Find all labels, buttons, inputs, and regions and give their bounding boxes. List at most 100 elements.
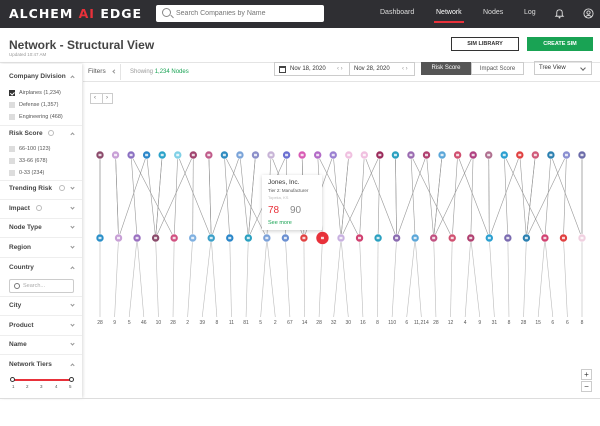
chevron-down-icon[interactable] — [70, 302, 75, 307]
filters-toggle-button[interactable]: Filters — [83, 64, 121, 80]
node-type-icon — [378, 153, 382, 157]
graph-edge — [470, 237, 481, 318]
region-heading[interactable]: Region — [9, 244, 31, 251]
impact-score-toggle[interactable]: Impact Score — [471, 62, 524, 75]
chevron-up-icon[interactable] — [70, 363, 75, 368]
graph-edge — [526, 154, 567, 239]
user-account-icon[interactable] — [583, 8, 594, 19]
node-type-icon — [228, 236, 232, 240]
defense-checkbox[interactable] — [9, 102, 15, 108]
node-type-icon — [265, 236, 269, 240]
company-search[interactable] — [156, 5, 324, 22]
node-type-icon — [358, 236, 362, 240]
risk-0-33-checkbox[interactable] — [9, 170, 15, 176]
graph-edge — [177, 154, 212, 239]
tier-tick-label: 2 — [26, 384, 29, 389]
engineering-checkbox[interactable] — [9, 114, 15, 120]
calendar-icon — [279, 66, 286, 73]
tier-slider-min-handle[interactable] — [10, 377, 15, 382]
info-icon[interactable] — [59, 185, 65, 191]
node-type-icon — [172, 236, 176, 240]
graph-edge — [503, 154, 546, 239]
chevron-down-icon[interactable] — [70, 205, 75, 210]
date-step-arrows-icon[interactable]: ‹ › — [402, 63, 408, 75]
node-count-label: 46 — [141, 320, 147, 326]
graph-edge — [340, 237, 349, 318]
nav-dashboard[interactable]: Dashboard — [380, 9, 414, 16]
sim-library-button[interactable]: SIM LIBRARY — [451, 37, 519, 51]
node-type-icon — [154, 236, 158, 240]
zoom-in-button[interactable]: + — [581, 369, 592, 380]
chevron-down-icon[interactable] — [70, 185, 75, 190]
pager-divider — [102, 94, 103, 103]
chevron-down-icon[interactable] — [70, 322, 75, 327]
name-heading[interactable]: Name — [9, 341, 27, 348]
chevron-down-icon[interactable] — [70, 244, 75, 249]
risk-score-heading[interactable]: Risk Score — [9, 130, 43, 137]
tier-tick-label: 5 — [69, 384, 72, 389]
nav-nodes[interactable]: Nodes — [483, 9, 503, 16]
graph-edge — [130, 154, 175, 239]
impact-heading[interactable]: Impact — [9, 205, 30, 212]
trending-risk-heading[interactable]: Trending Risk — [9, 185, 52, 192]
node-count-label: 9 — [113, 320, 116, 326]
app-logo[interactable]: ALCHEM AI EDGE — [9, 6, 142, 21]
tier-slider-max-handle[interactable] — [69, 377, 74, 382]
view-mode-select[interactable]: Tree View — [534, 61, 592, 75]
graph-pager[interactable]: ‹ › — [90, 93, 113, 104]
company-division-heading[interactable]: Company Division — [9, 73, 66, 80]
date-step-arrows-icon[interactable]: ‹ › — [337, 63, 343, 75]
node-type-icon — [395, 236, 399, 240]
graph-edge — [260, 237, 268, 318]
product-heading[interactable]: Product — [9, 322, 34, 329]
company-search-input[interactable] — [176, 7, 316, 20]
node-count-label: 81 — [243, 320, 249, 326]
node-type-icon — [506, 236, 510, 240]
node-type-heading[interactable]: Node Type — [9, 224, 42, 231]
airplanes-checkbox[interactable] — [9, 90, 15, 96]
pager-prev-button[interactable]: ‹ — [94, 95, 96, 101]
tooltip-company-name: Jones, Inc. — [268, 179, 300, 186]
search-icon — [162, 8, 171, 17]
node-count-label: 28 — [521, 320, 527, 326]
nav-log[interactable]: Log — [524, 9, 536, 16]
date-from-picker[interactable]: Nov 18, 2020 ‹ › — [274, 62, 350, 76]
country-heading[interactable]: Country — [9, 264, 34, 271]
risk-66-100-checkbox[interactable] — [9, 146, 15, 152]
node-type-icon — [362, 153, 366, 157]
nav-network[interactable]: Network — [434, 9, 464, 23]
chevron-down-icon[interactable] — [70, 341, 75, 346]
graph-edge — [464, 237, 472, 318]
graph-edge — [210, 237, 218, 318]
graph-edge — [414, 237, 422, 318]
node-type-icon — [564, 153, 568, 157]
risk-score-toggle[interactable]: Risk Score — [421, 62, 471, 75]
info-icon[interactable] — [48, 130, 54, 136]
info-icon[interactable] — [36, 205, 42, 211]
chevron-up-icon[interactable] — [70, 132, 75, 137]
tier-slider-track[interactable] — [12, 379, 71, 381]
city-heading[interactable]: City — [9, 302, 21, 309]
graph-edge — [115, 154, 119, 239]
graph-edge — [526, 154, 536, 239]
graph-edge — [332, 154, 342, 239]
zoom-out-button[interactable]: − — [581, 381, 592, 392]
network-tiers-heading[interactable]: Network Tiers — [9, 361, 52, 368]
bell-icon[interactable] — [554, 8, 565, 19]
graph-edge — [303, 237, 305, 318]
chevron-down-icon[interactable] — [70, 224, 75, 229]
graph-edge — [318, 237, 323, 318]
risk-33-66-checkbox[interactable] — [9, 158, 15, 164]
node-count-label: 31 — [492, 320, 498, 326]
chevron-up-icon[interactable] — [70, 266, 75, 271]
country-search-field[interactable]: Search... — [9, 279, 74, 293]
tooltip-see-more-link[interactable]: See more — [268, 220, 292, 226]
node-count-label: 67 — [287, 320, 293, 326]
chevron-up-icon[interactable] — [70, 75, 75, 80]
date-to-picker[interactable]: Nov 28, 2020 ‹ › — [349, 62, 415, 76]
sidebar-divider — [0, 237, 82, 238]
node-count-label: 2 — [186, 320, 189, 326]
pager-next-button[interactable]: › — [106, 95, 108, 101]
create-sim-button[interactable]: CREATE SIM — [527, 37, 593, 51]
node-type-icon — [283, 236, 287, 240]
